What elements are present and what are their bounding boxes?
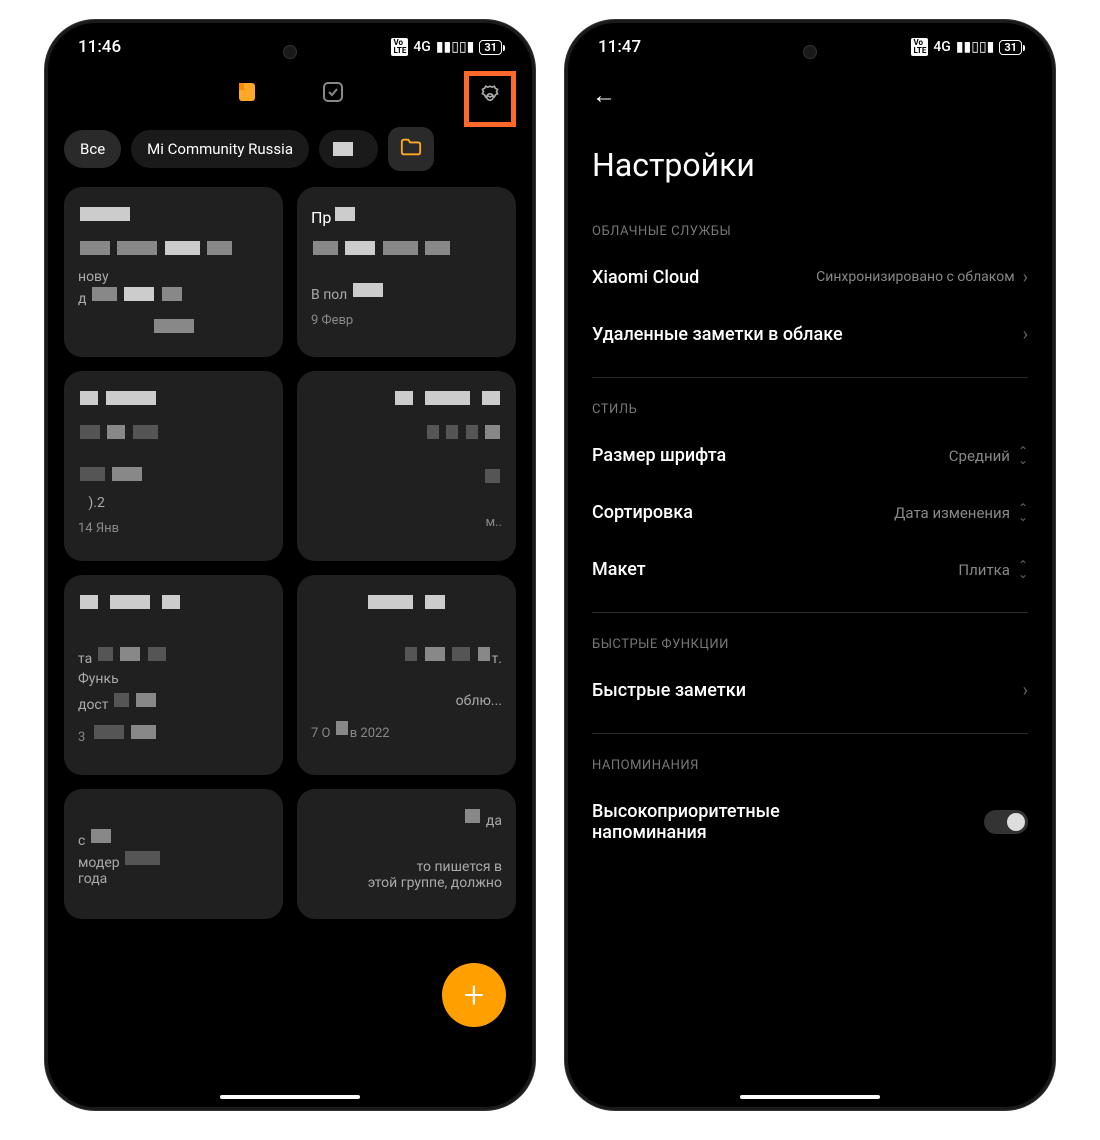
filter-all[interactable]: Все <box>64 130 121 168</box>
back-button[interactable]: ← <box>568 65 1052 126</box>
setting-label: Высокоприоритетные напоминания <box>592 801 872 843</box>
chevron-right-icon: › <box>1023 267 1028 288</box>
status-indicators: VoLTE 4G ▮▮▯▯▮ 31 <box>391 38 502 56</box>
divider <box>592 733 1028 734</box>
toggle-switch[interactable] <box>984 810 1028 834</box>
status-time: 11:46 <box>78 37 121 57</box>
page-title: Настройки <box>568 126 1052 214</box>
setting-priority-reminders[interactable]: Высокоприоритетные напоминания <box>568 783 1052 861</box>
setting-label: Удаленные заметки в облаке <box>592 324 843 345</box>
setting-deleted-notes[interactable]: Удаленные заметки в облаке › <box>568 306 1052 363</box>
setting-value: Плитка <box>958 561 1010 579</box>
front-camera <box>283 45 297 59</box>
filter-row: Все Mi Community Russia <box>48 119 532 179</box>
home-indicator[interactable] <box>740 1095 880 1099</box>
setting-label: Макет <box>592 559 646 580</box>
setting-label: Размер шрифта <box>592 445 726 466</box>
status-time: 11:47 <box>598 37 641 57</box>
front-camera <box>803 45 817 59</box>
settings-button[interactable] <box>464 71 516 127</box>
note-card[interactable]: м.. <box>297 371 516 561</box>
phone-settings: 11:47 VoLTE 4G ▮▮▯▯▮ 31 ← Настройки ОБЛА… <box>565 20 1055 1110</box>
updown-icon: ⌃⌄ <box>1018 504 1028 521</box>
battery-indicator: 31 <box>479 40 502 55</box>
section-quick: БЫСТРЫЕ ФУНКЦИИ <box>568 627 1052 662</box>
folder-button[interactable] <box>388 127 434 171</box>
section-style: СТИЛЬ <box>568 392 1052 427</box>
phone-notes: 11:46 VoLTE 4G ▮▮▯▯▮ 31 Все Mi Community… <box>45 20 535 1110</box>
chevron-right-icon: › <box>1023 324 1028 345</box>
note-card[interactable]: Пр В пол 9 Февр <box>297 187 516 357</box>
status-indicators: VoLTE 4G ▮▮▯▯▮ 31 <box>911 38 1022 56</box>
volte-badge: VoLTE <box>391 38 408 56</box>
setting-value: Синхронизировано с облаком <box>816 268 1014 286</box>
section-reminders: НАПОМИНАНИЯ <box>568 748 1052 783</box>
divider <box>592 377 1028 378</box>
home-indicator[interactable] <box>220 1095 360 1099</box>
filter-hidden[interactable] <box>319 130 378 168</box>
tab-tasks[interactable] <box>320 79 346 105</box>
setting-xiaomi-cloud[interactable]: Xiaomi Cloud Синхронизировано с облаком … <box>568 249 1052 306</box>
note-card[interactable]: ).2 14 Янв <box>64 371 283 561</box>
signal-icon: ▮▮▯▯▮ <box>436 39 475 55</box>
note-card[interactable]: нову д <box>64 187 283 357</box>
setting-value: Средний <box>949 447 1010 465</box>
updown-icon: ⌃⌄ <box>1018 561 1028 578</box>
note-card[interactable]: т. облю... 7 О в 2022 <box>297 575 516 775</box>
setting-value: Дата изменения <box>894 504 1010 522</box>
setting-font-size[interactable]: Размер шрифта Средний ⌃⌄ <box>568 427 1052 484</box>
gear-icon <box>477 84 503 110</box>
setting-layout[interactable]: Макет Плитка ⌃⌄ <box>568 541 1052 598</box>
arrow-left-icon: ← <box>592 81 616 109</box>
note-card[interactable]: да то пишется в этой группе, должно <box>297 789 516 919</box>
battery-indicator: 31 <box>999 40 1022 55</box>
note-card[interactable]: с модер года <box>64 789 283 919</box>
setting-quick-notes[interactable]: Быстрые заметки › <box>568 662 1052 719</box>
updown-icon: ⌃⌄ <box>1018 447 1028 464</box>
network-type: 4G <box>413 39 431 55</box>
setting-label: Сортировка <box>592 502 693 523</box>
add-note-fab[interactable]: + <box>442 963 506 1027</box>
setting-label: Xiaomi Cloud <box>592 267 699 288</box>
setting-label: Быстрые заметки <box>592 680 746 701</box>
setting-sort[interactable]: Сортировка Дата изменения ⌃⌄ <box>568 484 1052 541</box>
divider <box>592 612 1028 613</box>
top-tabs <box>48 65 532 119</box>
notes-grid: нову д Пр В пол 9 Февр ).2 14 Янв <box>48 179 532 927</box>
filter-community[interactable]: Mi Community Russia <box>131 130 309 168</box>
chevron-right-icon: › <box>1023 680 1028 701</box>
volte-badge: VoLTE <box>911 38 928 56</box>
note-card[interactable]: та Функь дост 3 <box>64 575 283 775</box>
network-type: 4G <box>933 39 951 55</box>
plus-icon: + <box>464 974 484 1016</box>
signal-icon: ▮▮▯▯▮ <box>956 39 995 55</box>
tab-notes[interactable] <box>234 79 260 105</box>
section-cloud: ОБЛАЧНЫЕ СЛУЖБЫ <box>568 214 1052 249</box>
folder-icon <box>400 137 422 157</box>
